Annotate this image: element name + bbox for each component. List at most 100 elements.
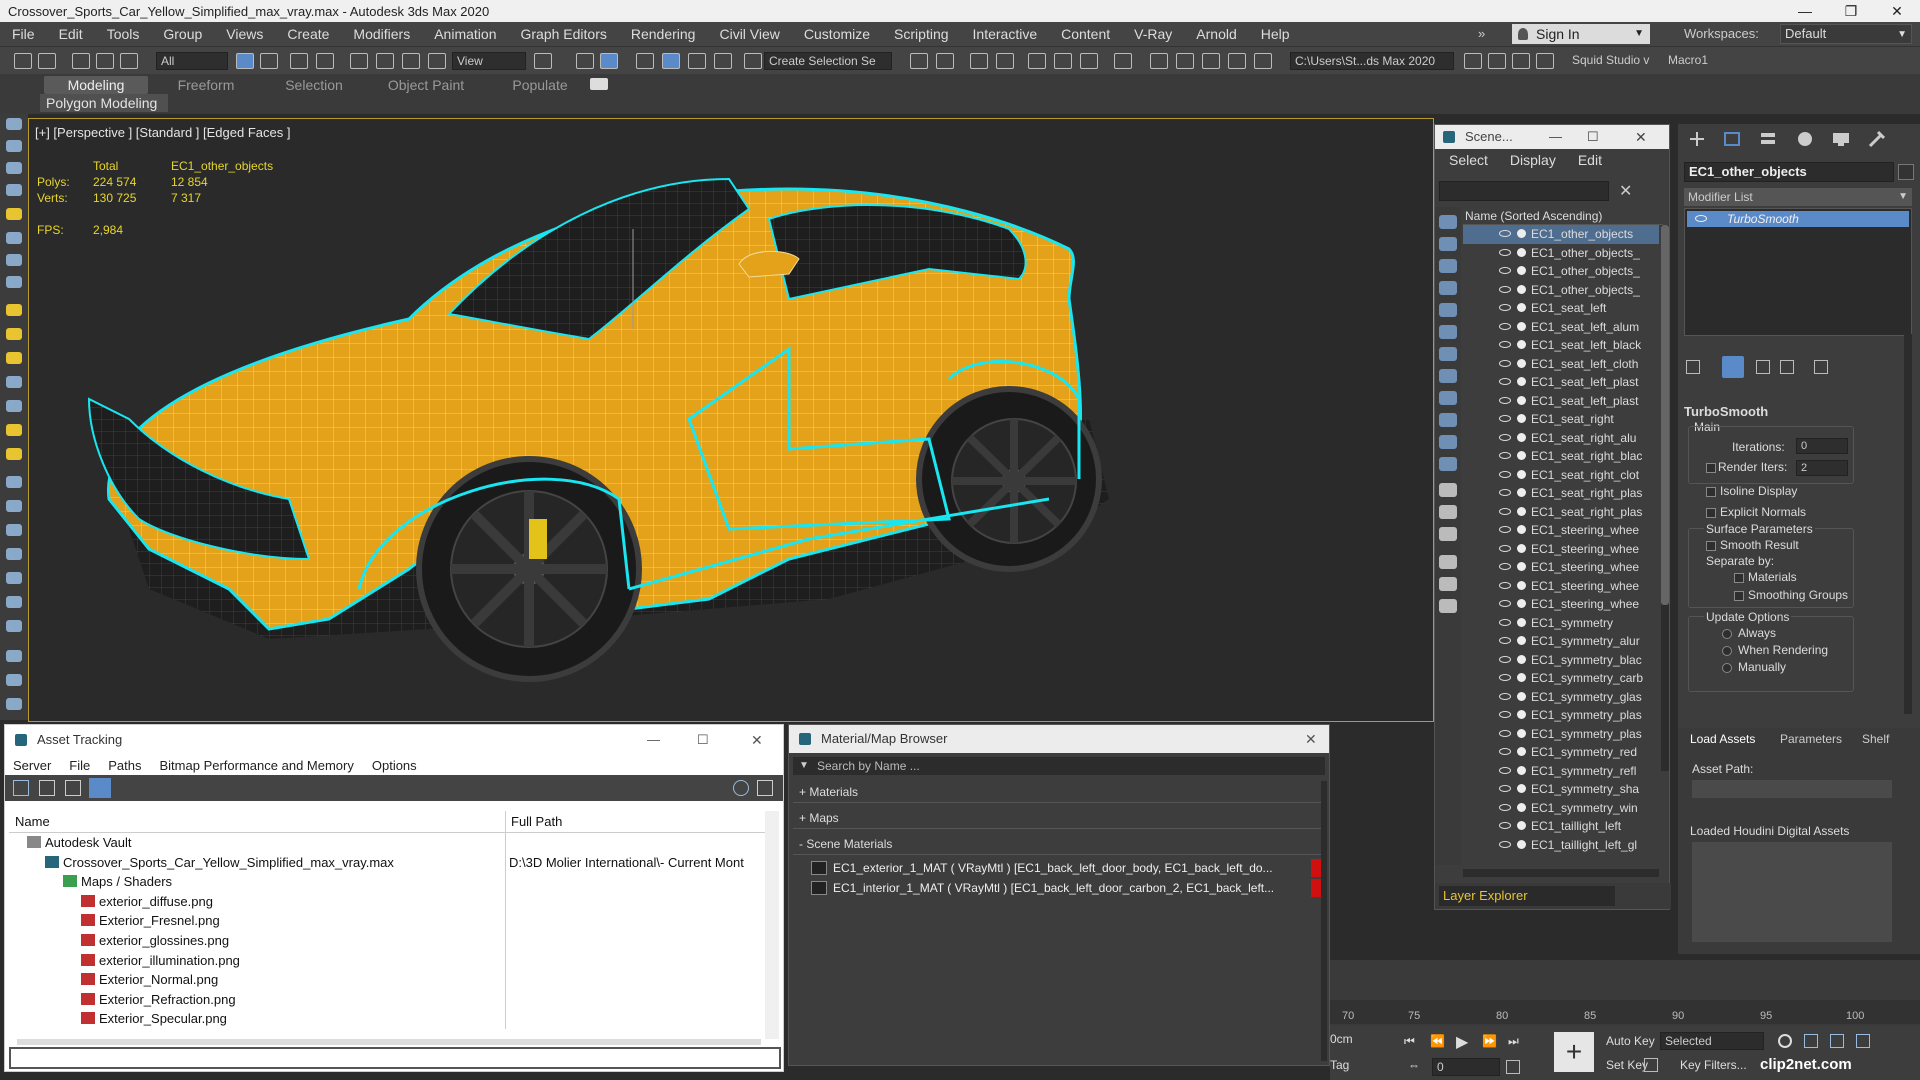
move-icon[interactable] bbox=[350, 53, 368, 69]
asset-row[interactable]: Crossover_Sports_Car_Yellow_Simplified_m… bbox=[9, 852, 765, 873]
scene-object-row[interactable]: EC1_seat_left_plast bbox=[1463, 392, 1659, 411]
menu-customize[interactable]: Customize bbox=[792, 26, 882, 42]
menu-vray[interactable]: V-Ray bbox=[1122, 26, 1184, 42]
set-key-big-icon[interactable]: + bbox=[1554, 1032, 1594, 1072]
render-iterative-icon[interactable] bbox=[1228, 53, 1246, 69]
modifier-stack-item-turbosmooth[interactable]: TurboSmooth bbox=[1687, 211, 1909, 227]
hierarchy-tab-icon[interactable] bbox=[1758, 130, 1782, 148]
bind-spacewarp-icon[interactable] bbox=[120, 53, 138, 69]
minimize-icon[interactable]: — bbox=[647, 725, 660, 755]
asset-row[interactable]: Exterior_Fresnel.png bbox=[9, 911, 765, 931]
scene-menu-display[interactable]: Display bbox=[1510, 152, 1556, 168]
minimize-icon[interactable]: — bbox=[1549, 125, 1562, 149]
filter-funnel-icon[interactable] bbox=[1439, 577, 1457, 591]
scene-object-row[interactable]: EC1_other_objects_ bbox=[1463, 262, 1659, 281]
close-icon[interactable]: ✕ bbox=[751, 725, 763, 755]
scene-object-row[interactable]: EC1_symmetry_refl bbox=[1463, 762, 1659, 781]
menu-arnold[interactable]: Arnold bbox=[1184, 26, 1248, 42]
scene-object-row[interactable]: EC1_seat_left_black bbox=[1463, 336, 1659, 355]
display-none-icon[interactable] bbox=[1439, 505, 1457, 519]
scene-object-row[interactable]: EC1_steering_whee bbox=[1463, 540, 1659, 559]
tab-parameters[interactable]: Parameters bbox=[1780, 732, 1842, 746]
select-object-icon[interactable] bbox=[236, 53, 254, 69]
always-radio[interactable] bbox=[1722, 629, 1732, 639]
show-end-result-icon[interactable] bbox=[1722, 356, 1744, 378]
go-to-start-icon[interactable]: ⏮ bbox=[1404, 1034, 1415, 1049]
renderable-icon[interactable] bbox=[1517, 229, 1526, 238]
eye-icon[interactable] bbox=[1499, 248, 1511, 256]
squid-studio-button[interactable]: Squid Studio v bbox=[1572, 53, 1649, 67]
renderable-icon[interactable] bbox=[1517, 247, 1526, 257]
filter-lights-icon[interactable] bbox=[1439, 259, 1457, 273]
layout-icon[interactable] bbox=[6, 162, 22, 174]
eye-icon[interactable] bbox=[1499, 822, 1511, 829]
close-icon[interactable]: ✕ bbox=[1635, 125, 1647, 149]
tool-icon[interactable] bbox=[6, 476, 22, 488]
edit-named-selection-icon[interactable] bbox=[744, 53, 762, 69]
scene-object-row[interactable]: EC1_other_objects bbox=[1463, 225, 1659, 244]
scene-object-row[interactable]: EC1_symmetry bbox=[1463, 614, 1659, 633]
filter-geometry-icon[interactable] bbox=[1439, 215, 1457, 229]
asset-row[interactable]: exterior_glossines.png bbox=[9, 930, 765, 951]
scene-object-row[interactable]: EC1_symmetry_glas bbox=[1463, 688, 1659, 707]
rectangle-select-icon[interactable] bbox=[290, 53, 308, 69]
materials-checkbox[interactable] bbox=[1734, 573, 1744, 583]
column-name[interactable]: Name bbox=[15, 814, 50, 829]
column-divider[interactable] bbox=[505, 811, 506, 833]
renderable-icon[interactable] bbox=[1517, 784, 1526, 793]
eye-icon[interactable] bbox=[1499, 526, 1511, 533]
menu-civil-view[interactable]: Civil View bbox=[707, 26, 791, 42]
eye-icon[interactable] bbox=[1499, 803, 1511, 811]
tab-populate[interactable]: Populate bbox=[490, 76, 590, 94]
asset-scrollbar[interactable] bbox=[765, 811, 779, 1039]
scene-object-row[interactable]: EC1_symmetry_blac bbox=[1463, 651, 1659, 670]
eye-icon[interactable] bbox=[1499, 711, 1511, 718]
renderable-icon[interactable] bbox=[1517, 673, 1526, 682]
asset-menu-paths[interactable]: Paths bbox=[108, 758, 141, 773]
eye-icon[interactable] bbox=[1499, 563, 1511, 570]
tree-view-icon[interactable] bbox=[65, 780, 81, 796]
renderable-icon[interactable] bbox=[1517, 562, 1526, 571]
modifier-list-dropdown[interactable]: Modifier List ▼ bbox=[1684, 188, 1912, 206]
layer-explorer-dropdown[interactable]: Layer Explorer bbox=[1439, 886, 1615, 906]
renderable-icon[interactable] bbox=[1517, 395, 1526, 405]
scene-object-row[interactable]: EC1_steering_whee bbox=[1463, 577, 1659, 596]
schematic-view-icon[interactable] bbox=[1080, 53, 1098, 69]
scene-object-row[interactable]: EC1_other_objects_ bbox=[1463, 281, 1659, 300]
eye-icon[interactable] bbox=[1499, 452, 1511, 459]
snaps-toggle-icon[interactable] bbox=[636, 53, 654, 69]
eye-icon[interactable] bbox=[1499, 674, 1511, 681]
scene-object-row[interactable]: EC1_symmetry_alur bbox=[1463, 632, 1659, 651]
tool-icon[interactable] bbox=[6, 698, 22, 710]
tool-icon[interactable] bbox=[6, 674, 22, 686]
material-search-input[interactable]: ▼ Search by Name ... bbox=[793, 757, 1325, 775]
tab-object-paint[interactable]: Object Paint bbox=[366, 76, 486, 94]
scene-object-row[interactable]: EC1_steering_whee bbox=[1463, 595, 1659, 614]
sphere-icon[interactable] bbox=[6, 448, 22, 460]
clear-search-icon[interactable]: ✕ bbox=[1619, 181, 1632, 201]
make-unique-icon[interactable] bbox=[1756, 360, 1770, 374]
workspaces-dropdown[interactable]: Default ▼ bbox=[1780, 24, 1912, 44]
layout-icon[interactable] bbox=[6, 184, 22, 196]
previous-frame-icon[interactable]: ⏪ bbox=[1430, 1034, 1445, 1048]
eye-icon[interactable] bbox=[1499, 840, 1511, 848]
asset-menu-bitmap[interactable]: Bitmap Performance and Memory bbox=[160, 758, 354, 773]
align-icon[interactable] bbox=[936, 53, 954, 69]
sphere-icon[interactable] bbox=[6, 328, 22, 340]
menu-group[interactable]: Group bbox=[151, 26, 214, 42]
sign-in-dropdown[interactable]: Sign In ▼ bbox=[1512, 24, 1650, 44]
column-full-path[interactable]: Full Path bbox=[511, 814, 562, 829]
filter-funnel-icon[interactable] bbox=[1439, 555, 1457, 569]
select-manipulate-icon[interactable] bbox=[576, 53, 594, 69]
scene-object-row[interactable]: EC1_symmetry_carb bbox=[1463, 669, 1659, 688]
smoothing-groups-checkbox[interactable] bbox=[1734, 591, 1744, 601]
zoom-extents-all-icon[interactable] bbox=[1856, 1034, 1870, 1048]
window-crossing-icon[interactable] bbox=[316, 53, 334, 69]
layer-explorer-icon[interactable] bbox=[996, 53, 1014, 69]
tool-icon[interactable] bbox=[6, 500, 22, 512]
key-filter-selected-dropdown[interactable]: Selected bbox=[1660, 1032, 1764, 1050]
renderable-icon[interactable] bbox=[1517, 451, 1526, 460]
sphere-icon[interactable] bbox=[6, 304, 22, 316]
remove-modifier-icon[interactable] bbox=[1780, 360, 1794, 374]
isoline-display-checkbox[interactable] bbox=[1706, 487, 1716, 497]
